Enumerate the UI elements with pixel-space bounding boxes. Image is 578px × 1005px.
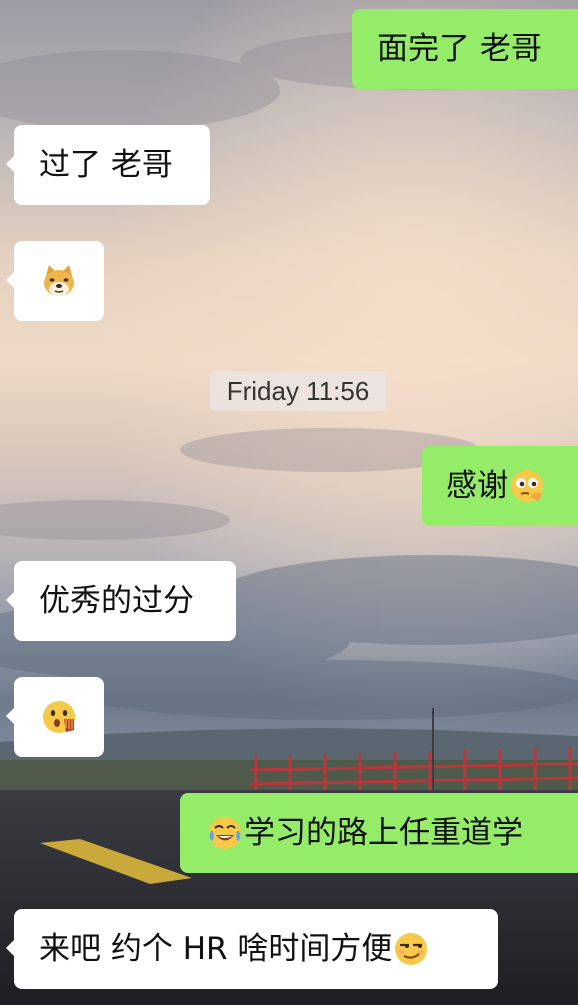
incoming-message[interactable]: 优秀的过分 bbox=[6, 561, 236, 641]
message-text: 来吧 约个 HR 啥时间方便 bbox=[39, 930, 393, 967]
chat-message-list[interactable]: 面完了 老哥 过了 老哥 Friday 11:56 感谢 优秀的过分 学习的路上… bbox=[0, 0, 578, 1005]
surprised-face-with-hand-icon bbox=[40, 698, 78, 736]
laugh-cry-face-icon bbox=[206, 814, 244, 852]
timestamp-divider: Friday 11:56 bbox=[210, 371, 386, 411]
incoming-message[interactable]: 来吧 约个 HR 啥时间方便 bbox=[6, 909, 498, 989]
message-text: 学习的路上任重道学 bbox=[244, 814, 523, 851]
incoming-message[interactable] bbox=[6, 241, 104, 321]
incoming-message[interactable] bbox=[6, 677, 104, 757]
message-text: 面完了 老哥 bbox=[377, 30, 542, 67]
message-text: 感谢 bbox=[446, 467, 508, 504]
thinking-face-icon bbox=[508, 467, 546, 505]
doge-face-icon bbox=[40, 262, 78, 300]
outgoing-message[interactable]: 感谢 bbox=[422, 446, 578, 526]
outgoing-message[interactable]: 学习的路上任重道学 bbox=[180, 793, 578, 873]
incoming-message[interactable]: 过了 老哥 bbox=[6, 125, 210, 205]
smirk-face-icon bbox=[392, 930, 430, 968]
outgoing-message[interactable]: 面完了 老哥 bbox=[352, 9, 578, 89]
message-text: 优秀的过分 bbox=[39, 582, 194, 619]
message-text: 过了 老哥 bbox=[39, 146, 173, 183]
